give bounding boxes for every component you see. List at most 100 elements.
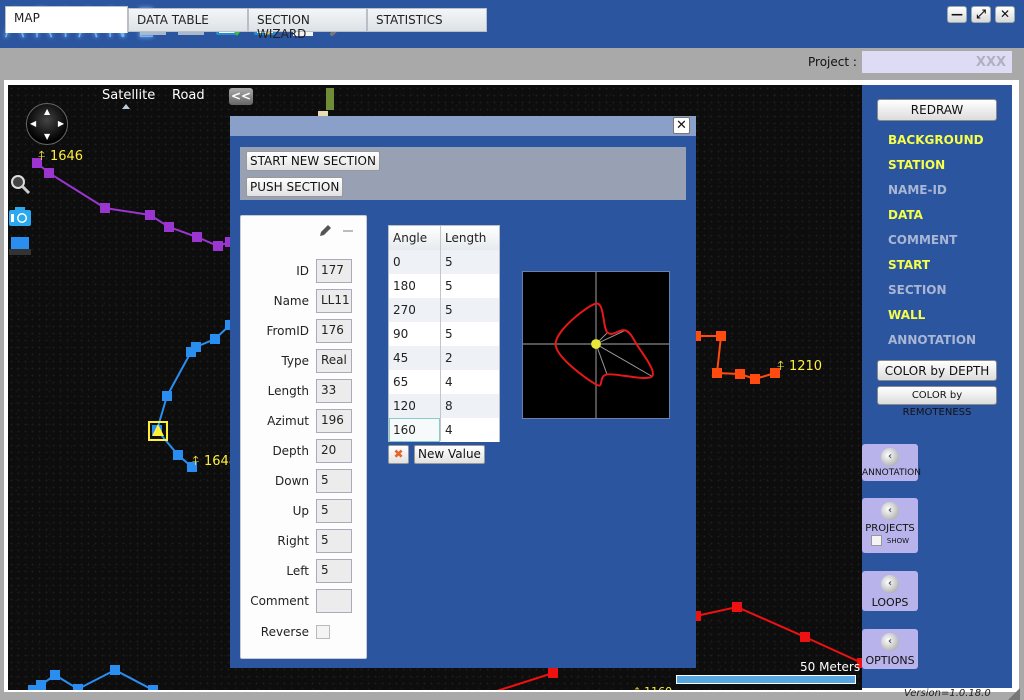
show-projects-checkbox[interactable] [870, 535, 882, 546]
tab-section-wizard[interactable]: SECTION WIZARD [248, 8, 367, 41]
survey-station[interactable] [750, 374, 760, 384]
projects-fold[interactable]: ‹ PROJECTS SHOW [862, 498, 918, 553]
dialog-close-button[interactable]: ✕ [673, 117, 690, 134]
pan-down-icon[interactable]: ▼ [44, 132, 50, 141]
field-input-length[interactable]: 33 [316, 379, 352, 403]
expand-chevron-icon[interactable]: ‹ [881, 502, 899, 520]
minimize-form-icon[interactable] [343, 230, 353, 232]
cell-length[interactable]: 8 [445, 399, 453, 413]
field-input-id[interactable]: 177 [316, 259, 352, 283]
table-row[interactable]: 120 8 [389, 394, 499, 418]
project-input[interactable] [862, 51, 1012, 73]
field-input-name[interactable]: LL11 [316, 289, 352, 313]
options-fold[interactable]: ‹ OPTIONS [862, 629, 918, 669]
layer-station[interactable]: STATION [888, 158, 945, 172]
survey-station[interactable] [716, 331, 726, 341]
cell-angle[interactable]: 0 [393, 255, 401, 269]
field-input-left[interactable]: 5 [316, 559, 352, 583]
survey-station[interactable] [548, 668, 558, 678]
layer-name-id[interactable]: NAME-ID [888, 183, 947, 197]
survey-station[interactable] [210, 334, 220, 344]
zoom-magnifier-icon[interactable] [8, 173, 32, 195]
survey-station[interactable] [36, 680, 46, 690]
table-row[interactable]: 90 5 [389, 322, 499, 346]
column-header-angle[interactable]: Angle [389, 226, 441, 250]
survey-station[interactable] [800, 632, 810, 642]
map-type-road[interactable]: Road [172, 88, 205, 103]
tab-data-table[interactable]: DATA TABLE [128, 8, 248, 32]
table-row[interactable]: 45 2 [389, 346, 499, 370]
edit-pencil-icon[interactable] [318, 224, 332, 238]
layer-data[interactable]: DATA [888, 208, 923, 222]
color-by-depth-button[interactable]: COLOR by DEPTH [877, 360, 997, 381]
column-header-length[interactable]: Length [441, 226, 499, 250]
cell-length[interactable]: 5 [445, 327, 453, 341]
table-row[interactable]: 65 4 [389, 370, 499, 394]
survey-station[interactable] [44, 168, 54, 178]
cell-length[interactable]: 5 [445, 255, 453, 269]
layer-background[interactable]: BACKGROUND [888, 133, 984, 147]
survey-station[interactable] [100, 203, 110, 213]
field-input-azimut[interactable]: 196 [316, 409, 352, 433]
cell-angle[interactable]: 270 [393, 303, 416, 317]
survey-station[interactable] [145, 210, 155, 220]
survey-station[interactable] [164, 222, 174, 232]
table-row[interactable]: 180 5 [389, 274, 499, 298]
pan-left-icon[interactable]: ◀ [30, 119, 36, 128]
window-close-button[interactable]: ✕ [995, 6, 1015, 23]
survey-station[interactable] [162, 391, 172, 401]
annotation-fold[interactable]: ‹ ANNOTATION [862, 444, 921, 481]
table-row[interactable]: 160 4 [389, 418, 499, 442]
survey-station[interactable] [73, 684, 83, 690]
color-by-remoteness-button[interactable]: COLOR by REMOTENESS [877, 386, 997, 418]
collapse-map-controls-button[interactable]: << [229, 88, 253, 105]
reverse-checkbox[interactable] [316, 625, 330, 639]
table-row[interactable]: 270 5 [389, 298, 499, 322]
cell-length[interactable]: 5 [445, 303, 453, 317]
survey-station[interactable] [186, 347, 196, 357]
pan-right-icon[interactable]: ▶ [58, 119, 64, 128]
cell-angle[interactable]: 160 [393, 423, 416, 437]
survey-station[interactable] [213, 241, 223, 251]
pan-up-icon[interactable]: ▲ [44, 107, 50, 116]
survey-station[interactable] [735, 369, 745, 379]
survey-station[interactable] [732, 602, 742, 612]
field-input-right[interactable]: 5 [316, 529, 352, 553]
field-input-depth[interactable]: 20 [316, 439, 352, 463]
redraw-button[interactable]: REDRAW [877, 99, 997, 121]
dialog-header[interactable] [230, 116, 696, 136]
cell-angle[interactable]: 180 [393, 279, 416, 293]
cell-length[interactable]: 4 [445, 423, 453, 437]
expand-chevron-icon[interactable]: ‹ [881, 575, 899, 593]
cell-angle[interactable]: 90 [393, 327, 408, 341]
layer-section[interactable]: SECTION [888, 283, 947, 297]
cell-angle[interactable]: 120 [393, 399, 416, 413]
camera-icon[interactable] [8, 205, 32, 227]
layer-wall[interactable]: WALL [888, 308, 925, 322]
survey-station[interactable] [110, 665, 120, 675]
table-row[interactable]: 05 [389, 250, 499, 274]
start-new-section-button[interactable]: START NEW SECTION [246, 151, 380, 171]
map-type-satellite[interactable]: Satellite [102, 88, 155, 103]
survey-station[interactable] [148, 685, 158, 690]
layer-start[interactable]: START [888, 258, 930, 272]
print-screen-icon[interactable] [8, 235, 32, 257]
expand-chevron-icon[interactable]: ‹ [881, 633, 899, 651]
maximize-button[interactable]: ⤢ [971, 6, 991, 23]
expand-chevron-icon[interactable]: ‹ [881, 448, 899, 466]
cell-angle[interactable]: 65 [393, 375, 408, 389]
minimize-button[interactable]: — [947, 6, 967, 23]
field-input-down[interactable]: 5 [316, 469, 352, 493]
layer-comment[interactable]: COMMENT [888, 233, 957, 247]
cell-angle[interactable]: 45 [393, 351, 408, 365]
survey-station[interactable] [173, 450, 183, 460]
tab-statistics[interactable]: STATISTICS [367, 8, 487, 32]
new-value-button[interactable]: New Value [414, 445, 485, 464]
loops-fold[interactable]: ‹ LOOPS [862, 571, 918, 611]
tab-map[interactable]: MAP [5, 6, 128, 33]
delete-row-button[interactable]: ✖ [388, 445, 409, 464]
resize-grip[interactable] [1008, 688, 1020, 700]
push-section-button[interactable]: PUSH SECTION [246, 177, 344, 197]
cell-length[interactable]: 5 [445, 279, 453, 293]
cell-length[interactable]: 4 [445, 375, 453, 389]
